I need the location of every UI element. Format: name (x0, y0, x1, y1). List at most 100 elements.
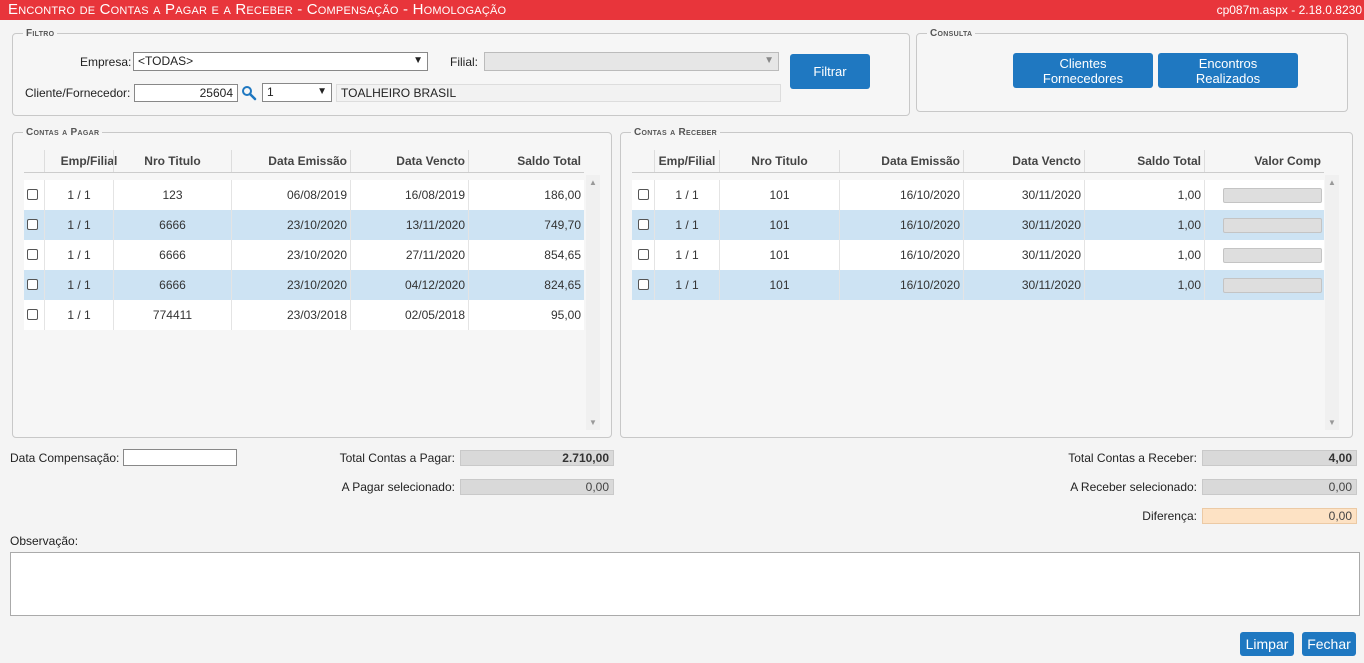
receber-cell-saldo: 1,00 (1084, 240, 1204, 270)
page-title: Encontro de Contas a Pagar e a Receber -… (8, 1, 507, 18)
filial-select[interactable]: ▼ (484, 52, 779, 71)
receber-cell-saldo: 1,00 (1084, 210, 1204, 240)
pagar-cell-emp: 1 / 1 (44, 240, 113, 270)
scroll-up-icon[interactable]: ▲ (1328, 178, 1336, 187)
table-row[interactable]: 1 / 1 774411 23/03/2018 02/05/2018 95,00 (24, 300, 584, 330)
pagar-cell-nro: 6666 (113, 240, 231, 270)
row-checkbox[interactable] (638, 219, 649, 230)
pagar-cell-emissao: 23/10/2020 (231, 240, 350, 270)
title-bar: Encontro de Contas a Pagar e a Receber -… (0, 0, 1364, 20)
table-row[interactable]: 1 / 1 123 06/08/2019 16/08/2019 186,00 (24, 180, 584, 210)
pagar-cell-nro: 123 (113, 180, 231, 210)
pagar-cell-emp: 1 / 1 (44, 270, 113, 300)
pagar-cell-saldo: 95,00 (468, 300, 584, 330)
pagar-cell-emissao: 06/08/2019 (231, 180, 350, 210)
table-row[interactable]: 1 / 1 101 16/10/2020 30/11/2020 1,00 (632, 210, 1324, 240)
pagar-cell-saldo: 824,65 (468, 270, 584, 300)
pagar-grid-header: Emp/Filial Nro Titulo Data Emissão Data … (24, 150, 584, 173)
row-checkbox[interactable] (638, 189, 649, 200)
pagar-cell-vencto: 04/12/2020 (350, 270, 468, 300)
contas-pagar-legend: Contas a Pagar (26, 127, 100, 138)
receber-cell-valor-comp (1204, 180, 1324, 210)
row-checkbox[interactable] (638, 279, 649, 290)
clientes-button-line2: Fornecedores (1042, 70, 1124, 86)
encontros-button-line1: Encontros (1198, 55, 1258, 71)
consulta-legend: Consulta (930, 28, 973, 39)
valor-comp-input[interactable] (1223, 278, 1322, 293)
receber-header-emissao: Data Emissão (839, 150, 963, 172)
pagar-cell-saldo: 854,65 (468, 240, 584, 270)
pagar-cell-emp: 1 / 1 (44, 180, 113, 210)
diferenca-value: 0,00 (1202, 508, 1357, 524)
cliente-type-select[interactable]: 1 ▼ (262, 83, 332, 102)
chevron-down-icon: ▼ (764, 55, 774, 66)
receber-header-saldo: Saldo Total (1084, 150, 1204, 172)
row-checkbox[interactable] (27, 279, 38, 290)
empresa-select[interactable]: <TODAS> ▼ (133, 52, 428, 71)
table-row[interactable]: 1 / 1 101 16/10/2020 30/11/2020 1,00 (632, 180, 1324, 210)
encontros-realizados-button[interactable]: Encontros Realizados (1158, 53, 1298, 88)
total-receber-value: 4,00 (1202, 450, 1357, 466)
receber-cell-emissao: 16/10/2020 (839, 240, 963, 270)
receber-cell-vencto: 30/11/2020 (963, 270, 1084, 300)
receber-header-vencto: Data Vencto (963, 150, 1084, 172)
valor-comp-input[interactable] (1223, 218, 1322, 233)
pagar-cell-emissao: 23/10/2020 (231, 210, 350, 240)
receber-cell-emissao: 16/10/2020 (839, 270, 963, 300)
clientes-fornecedores-button[interactable]: Clientes Fornecedores (1013, 53, 1153, 88)
scroll-down-icon[interactable]: ▼ (589, 418, 597, 427)
receber-cell-nro: 101 (719, 270, 839, 300)
row-checkbox[interactable] (27, 219, 38, 230)
observacao-textarea[interactable] (10, 552, 1360, 616)
pagar-cell-emp: 1 / 1 (44, 300, 113, 330)
fechar-button[interactable]: Fechar (1302, 632, 1356, 656)
cliente-type: 1 (267, 85, 274, 99)
pagar-cell-saldo: 749,70 (468, 210, 584, 240)
pagar-cell-emissao: 23/03/2018 (231, 300, 350, 330)
receber-cell-saldo: 1,00 (1084, 180, 1204, 210)
table-row[interactable]: 1 / 1 6666 23/10/2020 27/11/2020 854,65 (24, 240, 584, 270)
row-checkbox[interactable] (27, 189, 38, 200)
valor-comp-input[interactable] (1223, 248, 1322, 263)
receber-header-nro: Nro Titulo (719, 150, 839, 172)
pagar-cell-vencto: 13/11/2020 (350, 210, 468, 240)
data-compensacao-input[interactable] (123, 449, 237, 466)
valor-comp-input[interactable] (1223, 188, 1322, 203)
filial-label: Filial: (450, 55, 479, 69)
receber-cell-emp: 1 / 1 (654, 240, 719, 270)
row-checkbox[interactable] (638, 249, 649, 260)
search-icon[interactable] (241, 85, 257, 101)
cliente-name: TOALHEIRO BRASIL (341, 86, 457, 100)
pagar-scrollbar[interactable]: ▲ ▼ (586, 175, 600, 430)
pagar-header-vencto: Data Vencto (350, 150, 468, 172)
row-checkbox[interactable] (27, 249, 38, 260)
receber-cell-emp: 1 / 1 (654, 210, 719, 240)
scroll-up-icon[interactable]: ▲ (589, 178, 597, 187)
filtro-panel: Filtro (12, 28, 910, 116)
row-checkbox[interactable] (27, 309, 38, 320)
receber-cell-nro: 101 (719, 180, 839, 210)
table-row[interactable]: 1 / 1 101 16/10/2020 30/11/2020 1,00 (632, 270, 1324, 300)
scroll-down-icon[interactable]: ▼ (1328, 418, 1336, 427)
receber-scrollbar[interactable]: ▲ ▼ (1325, 175, 1339, 430)
pagar-cell-nro: 6666 (113, 210, 231, 240)
pagar-cell-emissao: 23/10/2020 (231, 270, 350, 300)
receber-header-emp: Emp/Filial (654, 150, 719, 172)
cliente-name-field: TOALHEIRO BRASIL (336, 84, 781, 102)
limpar-button[interactable]: Limpar (1240, 632, 1294, 656)
diferenca-label: Diferença: (1142, 509, 1197, 523)
table-row[interactable]: 1 / 1 6666 23/10/2020 04/12/2020 824,65 (24, 270, 584, 300)
receber-selecionado-value: 0,00 (1202, 479, 1357, 495)
total-pagar-label: Total Contas a Pagar: (339, 451, 455, 465)
observacao-label: Observação: (10, 534, 79, 548)
table-row[interactable]: 1 / 1 6666 23/10/2020 13/11/2020 749,70 (24, 210, 584, 240)
table-row[interactable]: 1 / 1 101 16/10/2020 30/11/2020 1,00 (632, 240, 1324, 270)
cliente-code-input[interactable]: 25604 (134, 84, 238, 102)
cliente-label: Cliente/Fornecedor: (25, 86, 131, 100)
receber-grid-header: Emp/Filial Nro Titulo Data Emissão Data … (632, 150, 1324, 173)
receber-cell-vencto: 30/11/2020 (963, 210, 1084, 240)
receber-cell-emp: 1 / 1 (654, 180, 719, 210)
receber-cell-emp: 1 / 1 (654, 270, 719, 300)
filtrar-button[interactable]: Filtrar (790, 54, 870, 89)
receber-cell-valor-comp (1204, 270, 1324, 300)
